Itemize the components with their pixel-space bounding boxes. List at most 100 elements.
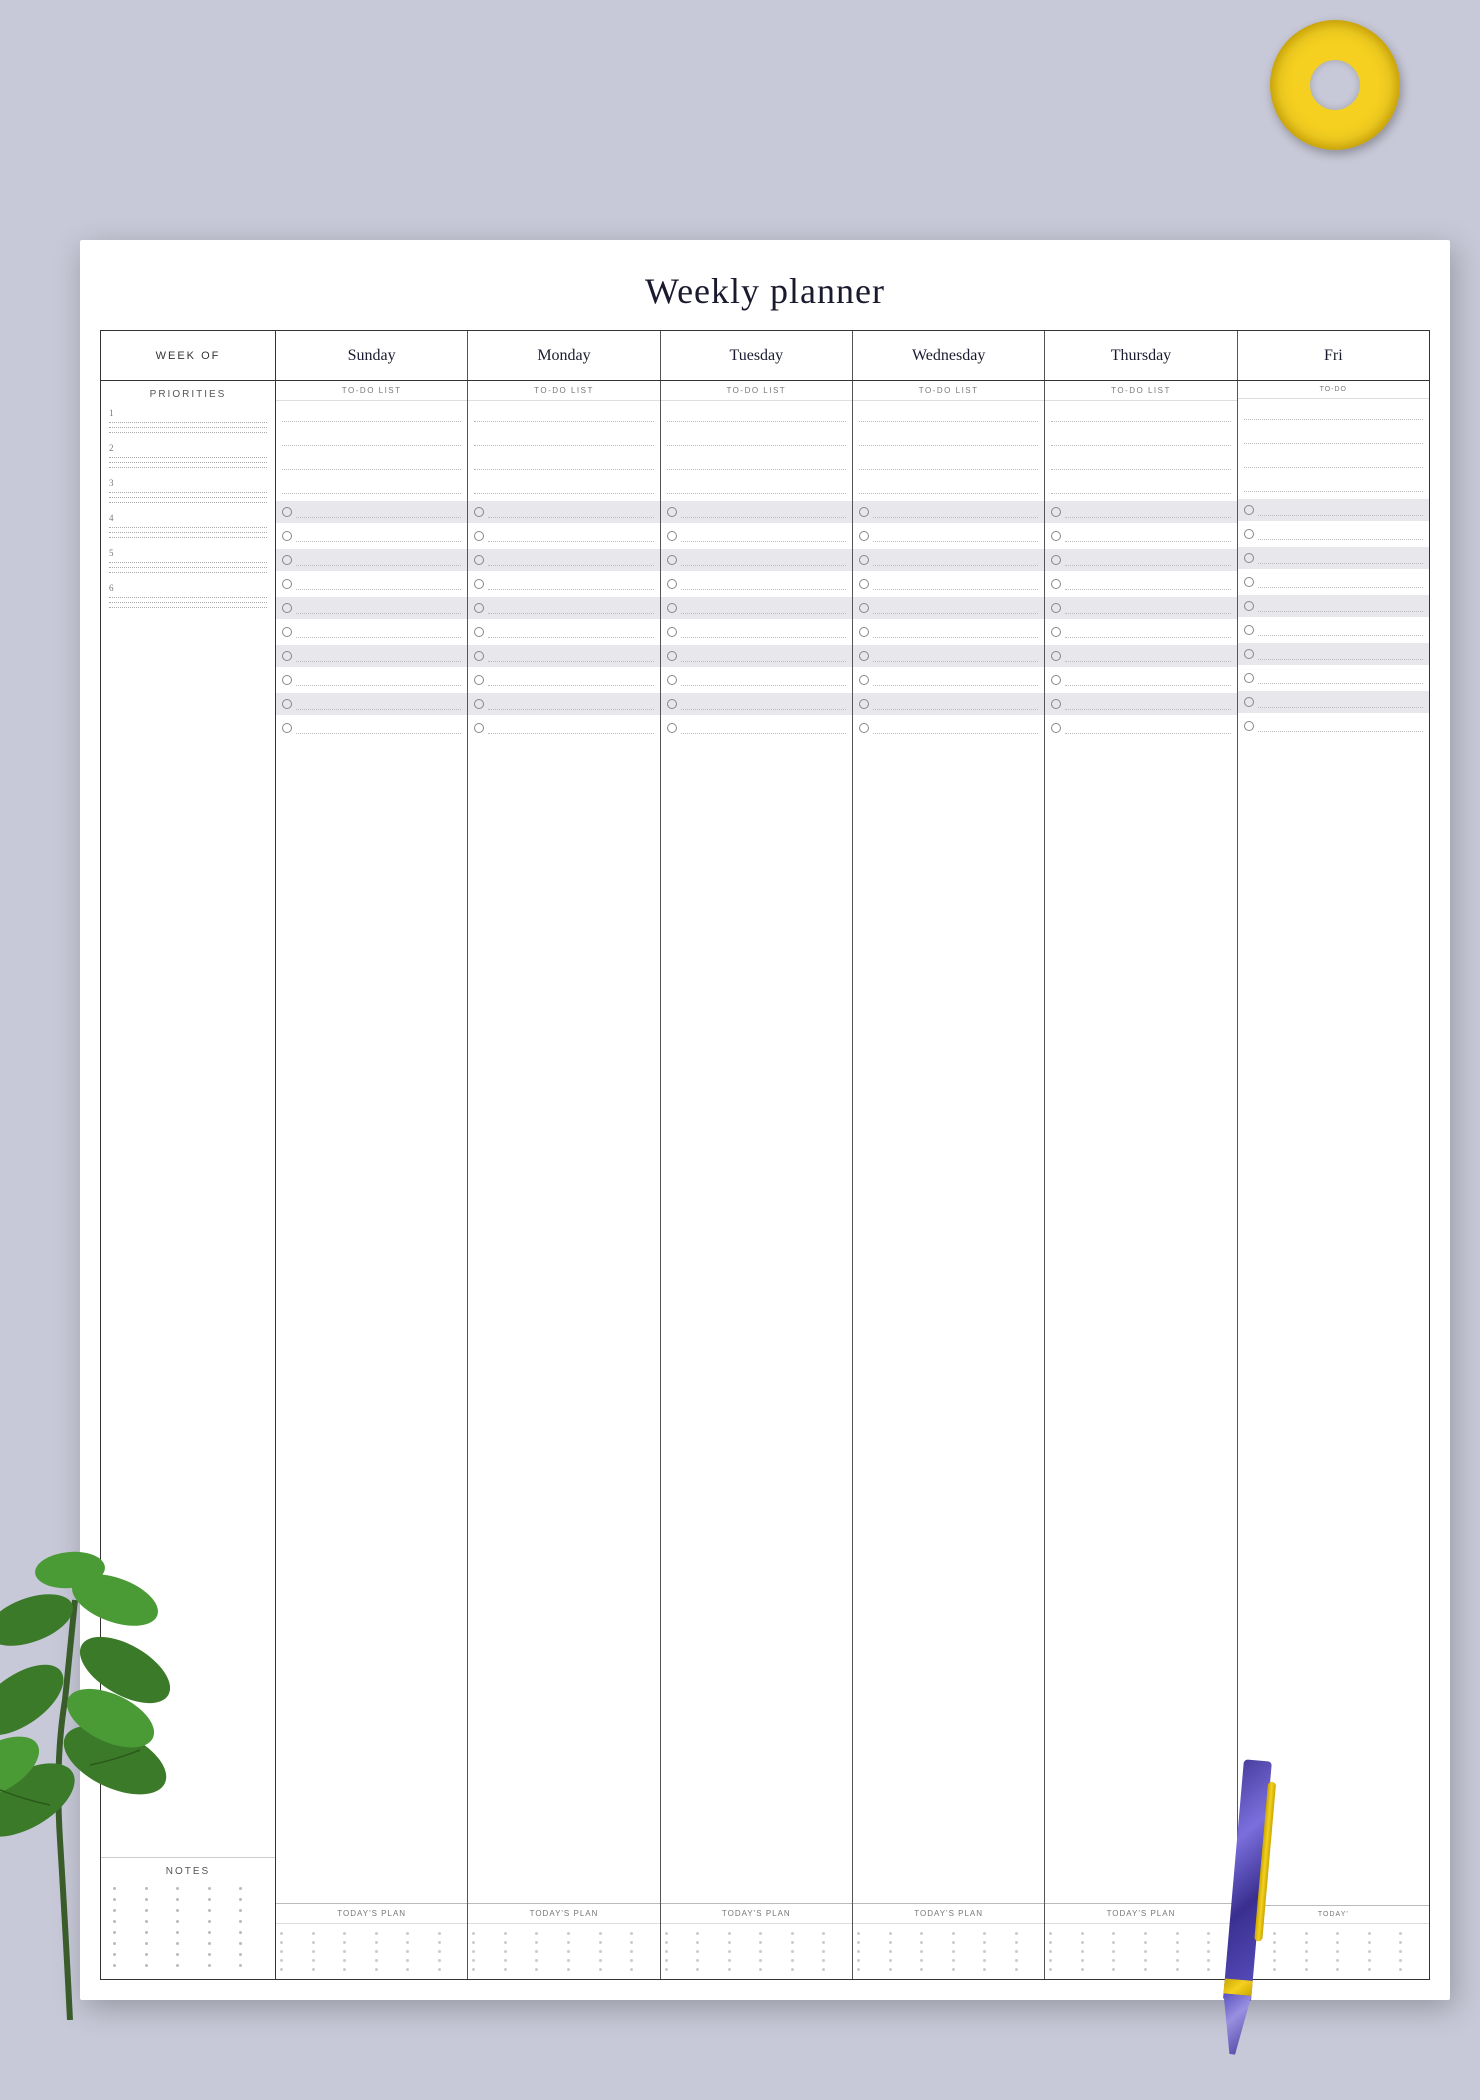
priority-num-2: 2 bbox=[109, 443, 267, 453]
checkbox[interactable] bbox=[1051, 627, 1061, 637]
checkbox[interactable] bbox=[1244, 721, 1254, 731]
plan-dots bbox=[468, 1924, 659, 1979]
checkbox[interactable] bbox=[474, 531, 484, 541]
plan-dot bbox=[312, 1968, 315, 1971]
checkbox[interactable] bbox=[474, 507, 484, 517]
checkbox[interactable] bbox=[474, 723, 484, 733]
plan-dot bbox=[983, 1968, 986, 1971]
todo-row bbox=[474, 621, 653, 643]
checkbox[interactable] bbox=[667, 627, 677, 637]
plan-dot bbox=[952, 1959, 955, 1962]
checkbox[interactable] bbox=[474, 699, 484, 709]
checkbox[interactable] bbox=[859, 651, 869, 661]
plan-dot bbox=[857, 1932, 860, 1935]
checkbox[interactable] bbox=[859, 579, 869, 589]
checkbox[interactable] bbox=[667, 723, 677, 733]
todo-header-tuesday: TO-DO LIST bbox=[661, 381, 852, 401]
checkbox[interactable] bbox=[1051, 531, 1061, 541]
checkbox[interactable] bbox=[474, 579, 484, 589]
checkbox[interactable] bbox=[859, 699, 869, 709]
checkbox[interactable] bbox=[667, 603, 677, 613]
checkbox[interactable] bbox=[1244, 625, 1254, 635]
todo-row bbox=[667, 621, 846, 643]
todo-row bbox=[1051, 573, 1230, 595]
checkbox[interactable] bbox=[474, 651, 484, 661]
checkbox[interactable] bbox=[1244, 577, 1254, 587]
todo-row bbox=[1238, 595, 1429, 617]
checkbox[interactable] bbox=[667, 507, 677, 517]
plan-dot bbox=[822, 1932, 825, 1935]
plan-dot bbox=[728, 1950, 731, 1953]
dot bbox=[239, 1920, 242, 1923]
plan-dot bbox=[952, 1968, 955, 1971]
checkbox[interactable] bbox=[859, 675, 869, 685]
plan-dot bbox=[1207, 1968, 1210, 1971]
checkbox[interactable] bbox=[474, 555, 484, 565]
checkbox[interactable] bbox=[1244, 553, 1254, 563]
checkbox[interactable] bbox=[474, 603, 484, 613]
checkbox[interactable] bbox=[859, 531, 869, 541]
todo-row bbox=[859, 717, 1038, 739]
plan-dot bbox=[665, 1950, 668, 1953]
checkbox[interactable] bbox=[282, 531, 292, 541]
checkbox[interactable] bbox=[282, 675, 292, 685]
checkbox[interactable] bbox=[1051, 723, 1061, 733]
checkbox[interactable] bbox=[1244, 673, 1254, 683]
todo-row bbox=[667, 477, 846, 499]
checkbox[interactable] bbox=[1051, 651, 1061, 661]
plan-dot bbox=[630, 1968, 633, 1971]
todays-plan-header: TODAY'S PLAN bbox=[853, 1904, 1044, 1924]
todo-row bbox=[276, 597, 467, 619]
checkbox[interactable] bbox=[859, 627, 869, 637]
checkbox[interactable] bbox=[282, 507, 292, 517]
planner-table: WEEK OF Sunday Monday Tuesday Wednesday … bbox=[100, 330, 1430, 1980]
plan-dot bbox=[1305, 1950, 1308, 1953]
checkbox[interactable] bbox=[1051, 699, 1061, 709]
todo-row bbox=[1045, 549, 1236, 571]
checkbox[interactable] bbox=[282, 555, 292, 565]
checkbox[interactable] bbox=[667, 531, 677, 541]
dot bbox=[208, 1898, 211, 1901]
todo-row bbox=[1244, 715, 1423, 737]
checkbox[interactable] bbox=[282, 627, 292, 637]
week-of-cell: WEEK OF bbox=[101, 331, 276, 380]
checkbox[interactable] bbox=[1051, 675, 1061, 685]
checkbox[interactable] bbox=[667, 651, 677, 661]
plan-dot bbox=[1049, 1950, 1052, 1953]
todo-row bbox=[667, 717, 846, 739]
checkbox[interactable] bbox=[282, 603, 292, 613]
plan-dot bbox=[920, 1941, 923, 1944]
checkbox[interactable] bbox=[667, 579, 677, 589]
checkbox[interactable] bbox=[1051, 507, 1061, 517]
checkbox[interactable] bbox=[859, 555, 869, 565]
checkbox[interactable] bbox=[667, 699, 677, 709]
checkbox[interactable] bbox=[667, 675, 677, 685]
checkbox[interactable] bbox=[1051, 555, 1061, 565]
todo-row bbox=[282, 429, 461, 451]
plan-dot bbox=[472, 1932, 475, 1935]
checkbox[interactable] bbox=[1244, 697, 1254, 707]
checkbox[interactable] bbox=[282, 723, 292, 733]
dot bbox=[239, 1953, 242, 1956]
plan-dot bbox=[889, 1932, 892, 1935]
checkbox[interactable] bbox=[1051, 579, 1061, 589]
day-column-monday: TO-DO LIST bbox=[468, 381, 660, 1979]
checkbox[interactable] bbox=[859, 603, 869, 613]
plan-dot bbox=[1399, 1941, 1402, 1944]
checkbox[interactable] bbox=[282, 579, 292, 589]
checkbox[interactable] bbox=[1051, 603, 1061, 613]
checkbox[interactable] bbox=[1244, 601, 1254, 611]
plan-dot bbox=[1207, 1950, 1210, 1953]
checkbox[interactable] bbox=[667, 555, 677, 565]
checkbox[interactable] bbox=[1244, 529, 1254, 539]
checkbox[interactable] bbox=[474, 675, 484, 685]
checkbox[interactable] bbox=[1244, 649, 1254, 659]
checkbox[interactable] bbox=[474, 627, 484, 637]
checkbox[interactable] bbox=[1244, 505, 1254, 515]
plan-dot bbox=[822, 1968, 825, 1971]
checkbox[interactable] bbox=[859, 723, 869, 733]
priority-item-6: 6 bbox=[109, 583, 267, 608]
checkbox[interactable] bbox=[282, 699, 292, 709]
checkbox[interactable] bbox=[859, 507, 869, 517]
checkbox[interactable] bbox=[282, 651, 292, 661]
